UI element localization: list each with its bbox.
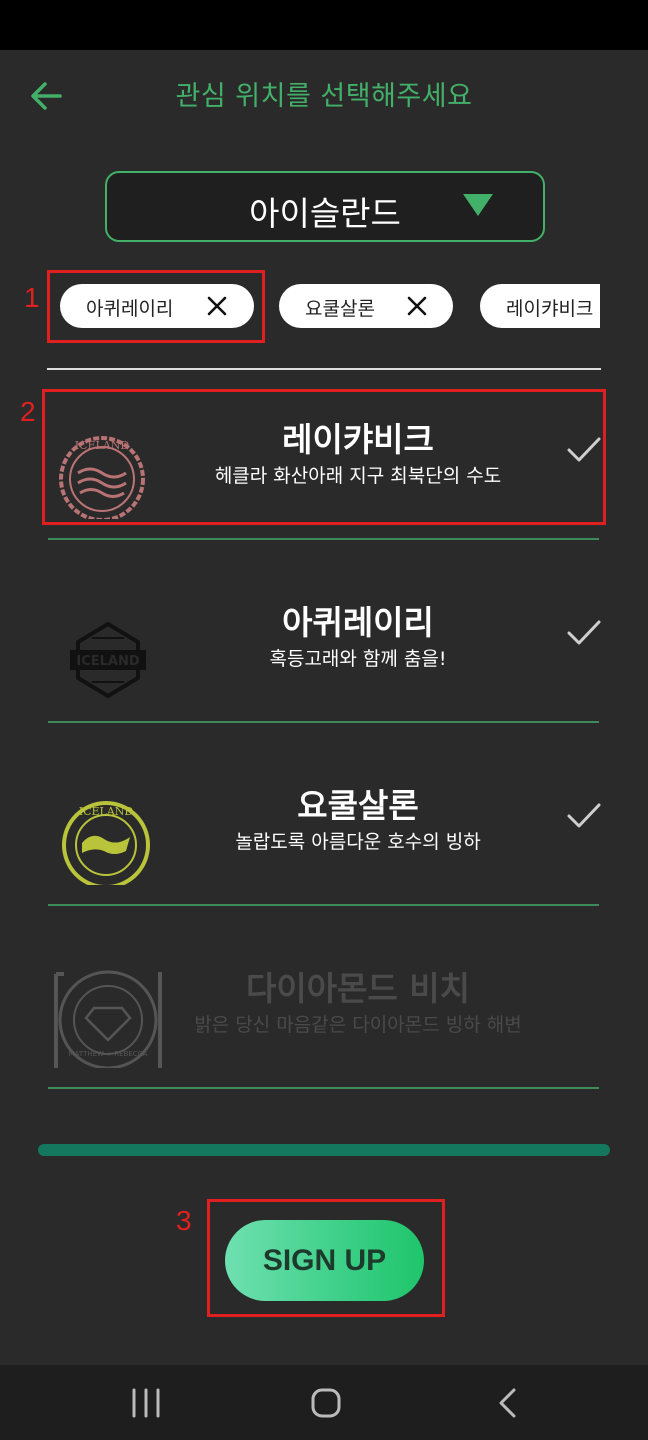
chip-reykjavik[interactable]: 레이캬비크 (480, 284, 600, 328)
divider (47, 368, 601, 370)
stamp-text: ICELAND (75, 439, 130, 452)
stamp-text: ICELAND (79, 805, 134, 818)
close-icon[interactable] (406, 295, 428, 317)
page-title: 관심 위치를 선택해주세요 (175, 81, 473, 112)
location-description: 헤클라 화산아래 지구 최북단의 수도 (214, 465, 502, 487)
chip-jokulsarlon[interactable]: 요쿨살론 (279, 284, 453, 328)
check-icon (566, 618, 602, 648)
divider (48, 721, 599, 723)
annotation-number-3: 3 (176, 1205, 192, 1236)
chip-label: 레이캬비크 (506, 298, 594, 320)
iceland-badge-icon: ICELAND (52, 586, 168, 702)
status-bar (0, 0, 648, 50)
progress-bar (38, 1144, 610, 1156)
location-name: 아퀴레이리 (282, 603, 434, 642)
iceland-stamp-icon: ICELAND (52, 403, 168, 522)
location-name: 요쿨살론 (297, 786, 419, 825)
divider (48, 538, 599, 540)
location-description: 밝은 당신 마음같은 다이아몬드 빙하 해변 (194, 1014, 522, 1036)
system-navigation-bar (0, 1365, 648, 1440)
location-name: 레이캬비크 (282, 420, 434, 459)
signup-button[interactable]: SIGN UP (225, 1220, 424, 1301)
diamond-stamp-icon: MATTHEW + REBECCA (52, 952, 168, 1086)
chip-akureyri[interactable]: 아퀴레이리 (60, 284, 254, 328)
region-dropdown[interactable]: 아이슬란드 (105, 171, 545, 242)
selected-location-chips[interactable]: 아퀴레이리 요쿨살론 레이캬비크 (0, 270, 600, 345)
home-icon[interactable] (306, 1385, 346, 1421)
annotation-number-1: 1 (24, 282, 40, 313)
location-row-reykjavik[interactable]: ICELAND 레이캬비크 헤클라 화산아래 지구 최북단의 수도 (48, 381, 602, 559)
chip-label: 아퀴레이리 (86, 298, 174, 320)
location-name: 다이아몬드 비치 (245, 969, 470, 1008)
location-row-diamond-beach[interactable]: MATTHEW + REBECCA 다이아몬드 비치 밝은 당신 마음같은 다이… (48, 930, 599, 1108)
chip-label: 요쿨살론 (305, 298, 375, 320)
location-row-jokulsarlon[interactable]: ICELAND 요쿨살론 놀랍도록 아름다운 호수의 빙하 (48, 747, 602, 925)
check-icon (566, 435, 602, 465)
location-row-akureyri[interactable]: ICELAND 아퀴레이리 혹등고래와 함께 춤을! (48, 564, 602, 742)
check-icon (566, 801, 602, 831)
recent-apps-icon[interactable] (126, 1385, 166, 1421)
close-icon[interactable] (206, 295, 228, 317)
back-nav-icon[interactable] (488, 1385, 528, 1421)
annotation-number-2: 2 (20, 396, 36, 427)
stamp-text: ICELAND (76, 654, 139, 669)
divider (48, 1087, 599, 1089)
location-description: 혹등고래와 함께 춤을! (269, 648, 447, 670)
iceland-stamp-icon: ICELAND (52, 769, 168, 889)
divider (48, 904, 599, 906)
stamp-text: MATTHEW + REBECCA (69, 1050, 148, 1058)
location-description: 놀랍도록 아름다운 호수의 빙하 (235, 831, 481, 853)
triangle-down-icon (463, 194, 493, 216)
